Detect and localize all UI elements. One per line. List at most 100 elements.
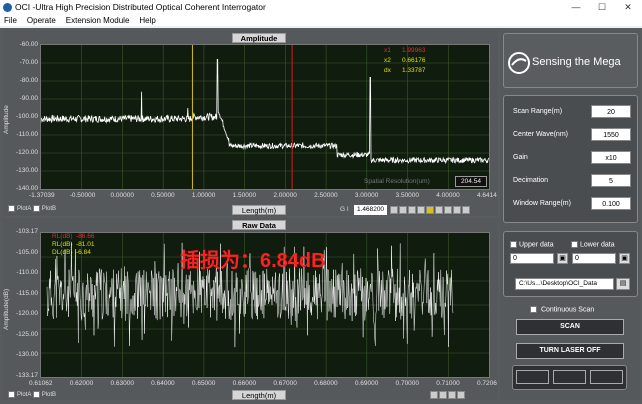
readout-dx-label: dx — [384, 67, 391, 74]
amplitude-x-tick: 3.00000 — [354, 192, 379, 199]
amplitude-toolbar — [390, 206, 471, 216]
raw-settings-icon[interactable] — [457, 391, 465, 399]
amplitude-y-tick: -80.00 — [19, 77, 38, 84]
gi-value[interactable]: 1.468200 — [354, 205, 387, 215]
raw-x-tick: 0.61062 — [29, 380, 53, 387]
cursor-icon[interactable] — [435, 206, 443, 214]
raw-x-tick: 0.65000 — [191, 380, 216, 387]
amplitude-x-tick: 3.50000 — [395, 192, 420, 199]
path-field[interactable]: C:\Us...\Desktop\OCI_Data — [515, 278, 614, 290]
plota-checkbox[interactable] — [8, 205, 15, 212]
raw-zoom-icon[interactable] — [430, 391, 438, 399]
raw-cursor-icon[interactable] — [448, 391, 456, 399]
gi-label: G I — [340, 206, 349, 213]
close-button[interactable]: ✕ — [616, 0, 640, 14]
raw-readouts: RL(dB) -86.66 RL(dB) -81.01 DL(dB) -6.84 — [52, 233, 94, 257]
amplitude-x-tick: -0.50000 — [69, 192, 96, 199]
amplitude-legend: PlotA PlotB — [8, 205, 56, 212]
scan-button[interactable]: SCAN — [516, 319, 624, 335]
lower-data-toggle[interactable]: Lower data — [571, 241, 615, 248]
continuous-scan-checkbox[interactable] — [530, 306, 537, 313]
raw-x-tick: 0.71000 — [436, 380, 460, 387]
continuous-scan-label: Continuous Scan — [540, 306, 595, 314]
param-scan-range: Scan Range(m) 20 — [513, 104, 631, 119]
plotb-checkbox[interactable] — [32, 205, 40, 212]
zoom-y-icon[interactable] — [399, 206, 407, 214]
app-icon — [3, 2, 12, 12]
param-center-wave: Center Wave(nm) 1550 — [513, 127, 631, 142]
raw-readout-1-label: RL(dB) — [52, 233, 73, 240]
folder-icon[interactable]: ▤ — [616, 278, 630, 290]
raw-readout-1-value: -86.66 — [76, 233, 95, 240]
aux-button-1[interactable] — [516, 370, 549, 384]
lower-save-icon[interactable]: ▣ — [619, 253, 630, 264]
raw-readout-2-label: RL(dB) — [52, 241, 73, 248]
readout-x1-value: 1.99963 — [402, 47, 426, 54]
raw-pan-icon[interactable] — [439, 391, 447, 399]
lower-data-label: Lower data — [580, 241, 615, 249]
plotb-label: PlotB — [41, 206, 57, 213]
raw-y-tick: -105.00 — [15, 248, 38, 256]
lower-data-checkbox[interactable] — [571, 241, 578, 248]
upper-save-icon[interactable]: ▣ — [557, 253, 568, 264]
param-center-wave-input[interactable]: 1550 — [591, 128, 631, 141]
amplitude-y-tick: -130.00 — [15, 167, 38, 174]
amplitude-x-tick: 4.6414 — [477, 192, 497, 199]
spatial-resolution-value: 204.54 — [455, 176, 487, 187]
param-gain: Gain x10 — [513, 150, 631, 165]
pan-icon[interactable] — [444, 206, 452, 214]
raw-readout-3-value: -6.84 — [76, 249, 91, 256]
param-decimation-input[interactable]: 5 — [591, 174, 631, 187]
upper-data-toggle[interactable]: Upper data — [510, 241, 554, 248]
raw-plotb-checkbox[interactable] — [32, 391, 40, 398]
settings-icon[interactable] — [462, 206, 470, 214]
upper-data-checkbox[interactable] — [510, 241, 517, 248]
menu-operate[interactable]: Operate — [27, 16, 56, 25]
param-window-range-input[interactable]: 0.100 — [591, 197, 631, 210]
cursor-readouts: x1 1.99963 x2 0.66176 dx 1.33787 — [384, 46, 426, 76]
aux-button-3[interactable] — [590, 370, 623, 384]
readout-dx-value: 1.33787 — [402, 67, 426, 74]
lower-data-input[interactable]: 0 — [572, 253, 616, 264]
param-scan-range-label: Scan Range(m) — [513, 108, 563, 115]
insertion-loss-overlay: 插损为：6.84dB — [180, 250, 326, 272]
raw-plota-checkbox[interactable] — [8, 391, 15, 398]
logo-box: Sensing the Mega — [503, 33, 638, 88]
lock-icon[interactable] — [426, 206, 434, 214]
aux-button-2[interactable] — [553, 370, 586, 384]
raw-x-tick: 0.67000 — [273, 380, 297, 387]
plota-label: PlotA — [17, 206, 32, 213]
menu-extension-module[interactable]: Extension Module — [66, 16, 130, 25]
minimize-button[interactable]: — — [564, 0, 588, 14]
amplitude-y-tick: -60.00 — [19, 41, 38, 48]
amplitude-x-tick: 0.00000 — [110, 192, 134, 199]
zoom-box-icon[interactable] — [408, 206, 416, 214]
amplitude-x-tick: 4.00000 — [436, 192, 460, 199]
param-scan-range-input[interactable]: 20 — [591, 105, 631, 118]
amplitude-y-tick: -70.00 — [19, 59, 38, 66]
readout-x2-value: 0.66176 — [402, 57, 426, 64]
amplitude-y-axis-label: Amplitude — [3, 105, 10, 134]
raw-title: Raw Data — [232, 220, 286, 230]
raw-readout-3-label: DL(dB) — [52, 249, 73, 256]
upper-data-input[interactable]: 0 — [510, 253, 554, 264]
continuous-scan-toggle[interactable]: Continuous Scan — [530, 306, 594, 313]
raw-plotb-label: PlotB — [41, 392, 57, 399]
amplitude-x-tick: -1.37039 — [29, 192, 55, 199]
zoom-icon[interactable] — [453, 206, 461, 214]
param-decimation: Decimation 5 — [513, 173, 631, 188]
raw-toolbar — [430, 391, 466, 401]
amplitude-x-tick: 1.00000 — [191, 192, 216, 199]
laser-toggle-button[interactable]: TURN LASER OFF — [516, 343, 624, 359]
menu-file[interactable]: File — [4, 16, 17, 25]
maximize-button[interactable]: ☐ — [590, 0, 614, 14]
raw-x-tick: 0.68000 — [314, 380, 338, 387]
raw-x-axis-label: Length(m) — [232, 390, 286, 400]
zoom-fit-icon[interactable] — [417, 206, 425, 214]
zoom-x-icon[interactable] — [390, 206, 398, 214]
param-gain-input[interactable]: x10 — [591, 151, 631, 164]
raw-x-tick: 0.63000 — [110, 380, 134, 387]
menu-help[interactable]: Help — [139, 16, 155, 25]
amplitude-x-tick: 1.50000 — [232, 192, 257, 199]
amplitude-x-tick: 2.00000 — [273, 192, 297, 199]
